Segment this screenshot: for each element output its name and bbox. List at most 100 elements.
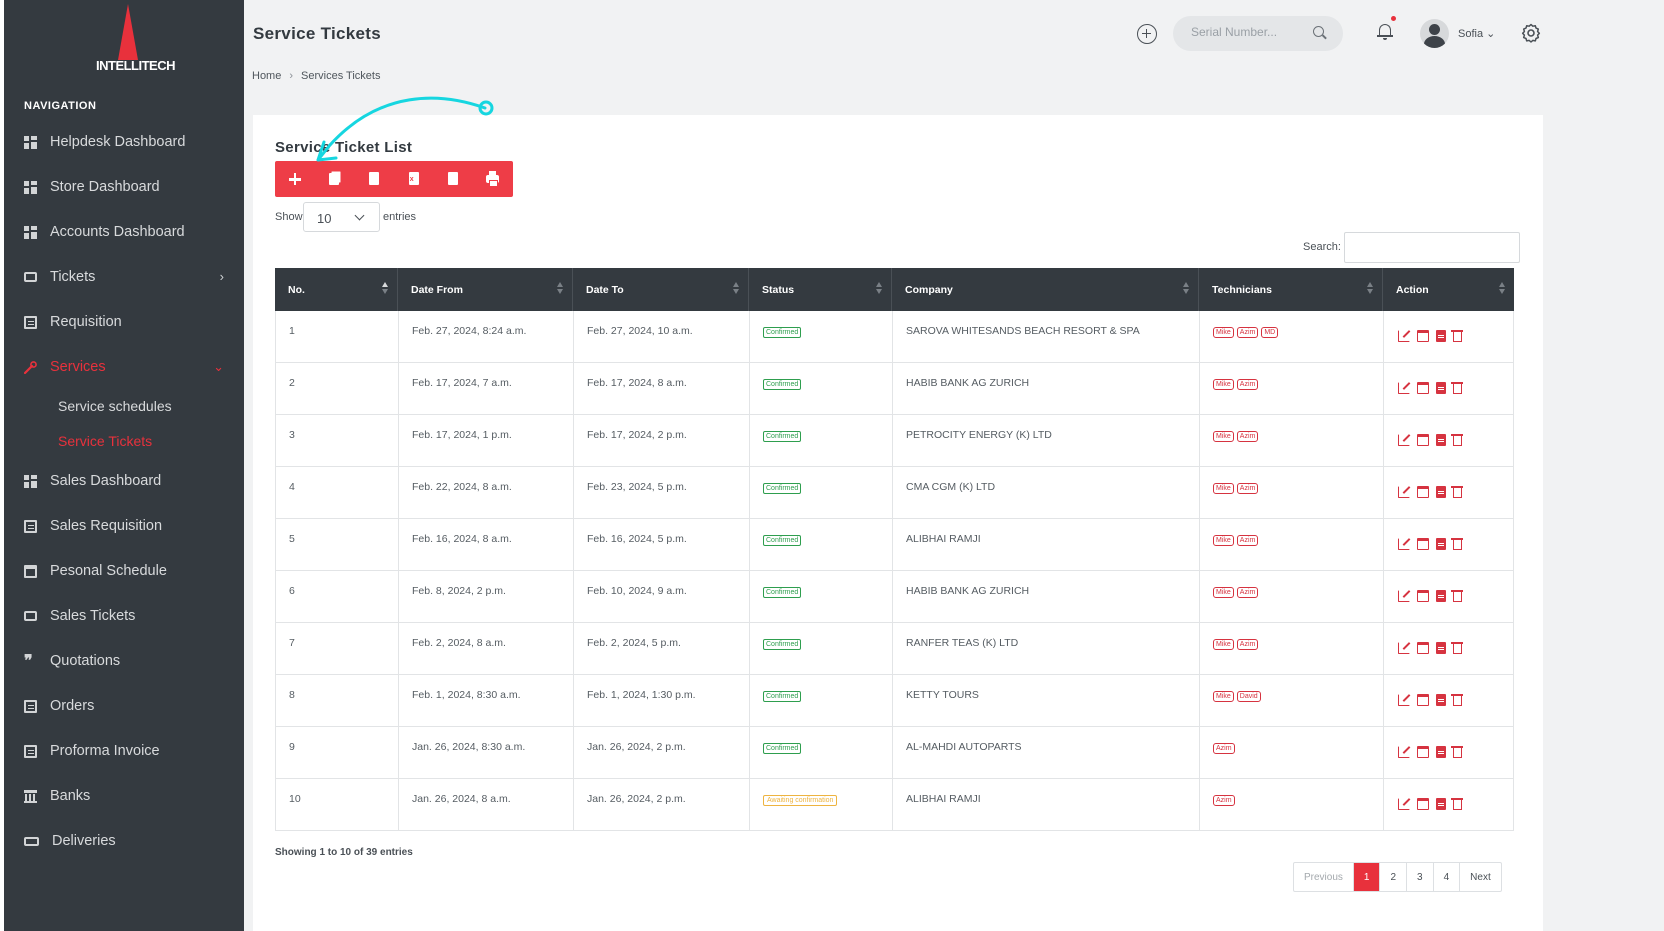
technician-badge: Azim [1236,483,1259,494]
cell-company: PETROCITY ENERGY (K) LTD [893,415,1200,467]
sidebar-item-store-dashboard[interactable]: Store Dashboard [24,175,234,199]
delete-icon[interactable] [1451,590,1463,602]
technician-badge: Azim [1236,431,1259,442]
notification-bell-icon[interactable] [1377,16,1396,40]
page-size-select[interactable]: 10 [303,202,380,232]
delete-icon[interactable] [1451,434,1463,446]
pdf-icon[interactable] [1436,538,1446,550]
column-header-no[interactable]: No. [275,268,398,311]
schedule-icon[interactable] [1417,434,1429,446]
excel-button[interactable]: x [394,161,434,197]
edit-icon[interactable] [1398,330,1410,342]
schedule-icon[interactable] [1417,590,1429,602]
column-header-technicians[interactable]: Technicians [1199,268,1383,311]
sidebar-item-requisition[interactable]: Requisition [24,310,234,334]
sidebar-item-deliveries[interactable]: Deliveries [24,829,234,853]
bank-icon [24,789,37,803]
pagination-page-2[interactable]: 2 [1380,863,1408,891]
pagination-next[interactable]: Next [1460,863,1501,891]
column-header-company[interactable]: Company [892,268,1199,311]
schedule-icon[interactable] [1417,382,1429,394]
delete-icon[interactable] [1451,382,1463,394]
pagination-previous[interactable]: Previous [1294,863,1354,891]
pdf-icon[interactable] [1436,590,1446,602]
pdf-icon[interactable] [1436,746,1446,758]
pdf-icon[interactable] [1436,434,1446,446]
schedule-icon[interactable] [1417,694,1429,706]
table-search-input[interactable] [1344,232,1520,263]
print-button[interactable] [473,161,513,197]
technician-badge: Mike [1213,431,1234,442]
sidebar-item-banks[interactable]: Banks [24,784,234,808]
delete-icon[interactable] [1451,798,1463,810]
sidebar-item-tickets[interactable]: Tickets › [24,265,234,289]
delete-icon[interactable] [1451,486,1463,498]
cell-no: 4 [276,467,399,519]
pagination-page-1[interactable]: 1 [1353,863,1381,891]
delete-icon[interactable] [1451,538,1463,550]
schedule-icon[interactable] [1417,642,1429,654]
delete-icon[interactable] [1451,746,1463,758]
csv-button[interactable] [354,161,394,197]
sidebar-item-proforma-invoice[interactable]: Proforma Invoice [24,739,234,763]
avatar[interactable] [1420,19,1449,48]
edit-icon[interactable] [1398,382,1410,394]
pdf-icon[interactable] [1436,642,1446,654]
column-label: Technicians [1212,284,1272,296]
add-ticket-button[interactable] [275,161,315,197]
sort-icon [1499,282,1505,296]
pagination-page-4[interactable]: 4 [1434,863,1461,891]
edit-icon[interactable] [1398,590,1410,602]
search-icon[interactable] [1313,26,1324,37]
sidebar-item-sales-tickets[interactable]: Sales Tickets [24,604,234,628]
delete-icon[interactable] [1451,330,1463,342]
pdf-icon[interactable] [1436,382,1446,394]
delete-icon[interactable] [1451,642,1463,654]
edit-icon[interactable] [1398,486,1410,498]
serial-number-input[interactable] [1191,25,1301,39]
column-header-date-from[interactable]: Date From [398,268,573,311]
edit-icon[interactable] [1398,694,1410,706]
sidebar-item-sales-dashboard[interactable]: Sales Dashboard [24,469,234,493]
sidebar-item-orders[interactable]: Orders [24,694,234,718]
sidebar-subitem-service-tickets[interactable]: Service Tickets [58,433,152,449]
edit-icon[interactable] [1398,642,1410,654]
delete-icon[interactable] [1451,694,1463,706]
gear-icon[interactable] [1521,23,1541,43]
pdf-icon[interactable] [1436,798,1446,810]
intellitech-logo[interactable]: INTELLITECH [96,4,176,76]
column-header-action[interactable]: Action [1383,268,1514,311]
pdf-icon[interactable] [1436,694,1446,706]
column-header-date-to[interactable]: Date To [573,268,749,311]
sidebar-item-services[interactable]: Services ⌄ [23,355,234,379]
technician-badge: Mike [1213,327,1234,338]
sidebar-item-personal-schedule[interactable]: Pesonal Schedule [24,559,234,583]
edit-icon[interactable] [1398,538,1410,550]
schedule-icon[interactable] [1417,746,1429,758]
column-header-status[interactable]: Status [749,268,892,311]
pdf-icon[interactable] [1436,330,1446,342]
copy-button[interactable] [315,161,355,197]
edit-icon[interactable] [1398,798,1410,810]
pdf-button[interactable] [433,161,473,197]
edit-icon[interactable] [1398,434,1410,446]
row-actions [1398,798,1463,810]
schedule-icon[interactable] [1417,330,1429,342]
notification-dot [1391,16,1396,21]
sidebar-item-sales-requisition[interactable]: Sales Requisition [24,514,234,538]
sidebar-item-helpdesk-dashboard[interactable]: Helpdesk Dashboard [24,130,234,154]
pdf-icon[interactable] [1436,486,1446,498]
status-badge: Confirmed [763,431,802,442]
sidebar-item-quotations[interactable]: ❞ Quotations [24,649,234,673]
user-menu[interactable]: Sofia ⌄ [1458,27,1495,40]
sidebar-subitem-service-schedules[interactable]: Service schedules [58,398,172,414]
add-circle-icon[interactable] [1137,24,1157,44]
breadcrumb-home[interactable]: Home [252,70,281,82]
schedule-icon[interactable] [1417,486,1429,498]
schedule-icon[interactable] [1417,538,1429,550]
pagination-page-3[interactable]: 3 [1407,863,1434,891]
edit-icon[interactable] [1398,746,1410,758]
technician-badge: Azim [1213,743,1235,754]
schedule-icon[interactable] [1417,798,1429,810]
sidebar-item-accounts-dashboard[interactable]: Accounts Dashboard [24,220,234,244]
